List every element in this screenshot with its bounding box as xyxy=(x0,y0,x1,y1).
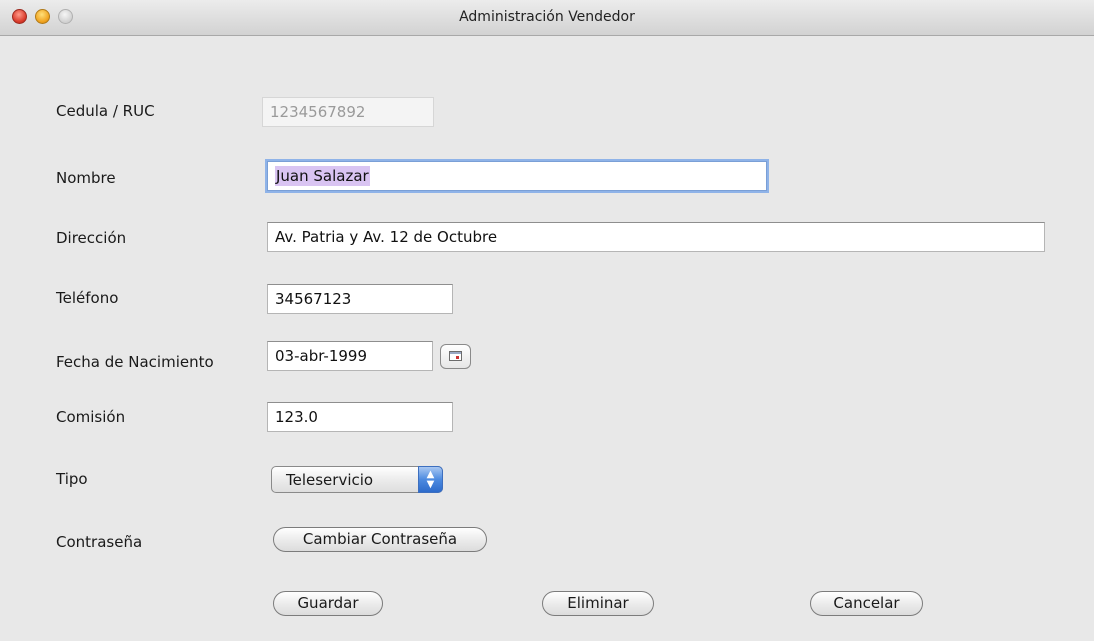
nombre-selected-text: Juan Salazar xyxy=(275,166,370,186)
tipo-label: Tipo xyxy=(56,470,88,488)
telefono-label: Teléfono xyxy=(56,289,119,307)
comision-field[interactable]: 123.0 xyxy=(267,402,453,432)
cambiar-contrasena-button[interactable]: Cambiar Contraseña xyxy=(273,527,487,552)
cedula-field: 1234567892 xyxy=(262,97,434,127)
nombre-label: Nombre xyxy=(56,169,116,187)
comision-label: Comisión xyxy=(56,408,126,426)
direccion-field[interactable]: Av. Patria y Av. 12 de Octubre xyxy=(267,222,1045,252)
calendar-button[interactable] xyxy=(440,344,471,369)
fecha-field[interactable]: 03-abr-1999 xyxy=(267,341,433,371)
window: Administración Vendedor Cedula / RUC 123… xyxy=(0,0,1094,641)
guardar-button[interactable]: Guardar xyxy=(273,591,383,616)
calendar-icon xyxy=(449,351,462,361)
tipo-select[interactable]: Teleservicio ▲ ▼ xyxy=(271,466,443,493)
eliminar-button[interactable]: Eliminar xyxy=(542,591,654,616)
updown-arrows-icon: ▲ ▼ xyxy=(418,466,443,493)
direccion-label: Dirección xyxy=(56,229,127,247)
telefono-field[interactable]: 34567123 xyxy=(267,284,453,314)
cedula-label: Cedula / RUC xyxy=(56,102,155,120)
fecha-label: Fecha de Nacimiento xyxy=(56,353,214,371)
cancelar-button[interactable]: Cancelar xyxy=(810,591,923,616)
window-title: Administración Vendedor xyxy=(459,9,635,25)
contrasena-label: Contraseña xyxy=(56,533,143,551)
title-bar: Administración Vendedor xyxy=(0,0,1094,36)
nombre-field[interactable]: Juan Salazar xyxy=(267,161,767,191)
tipo-select-value: Teleservicio xyxy=(286,471,374,489)
